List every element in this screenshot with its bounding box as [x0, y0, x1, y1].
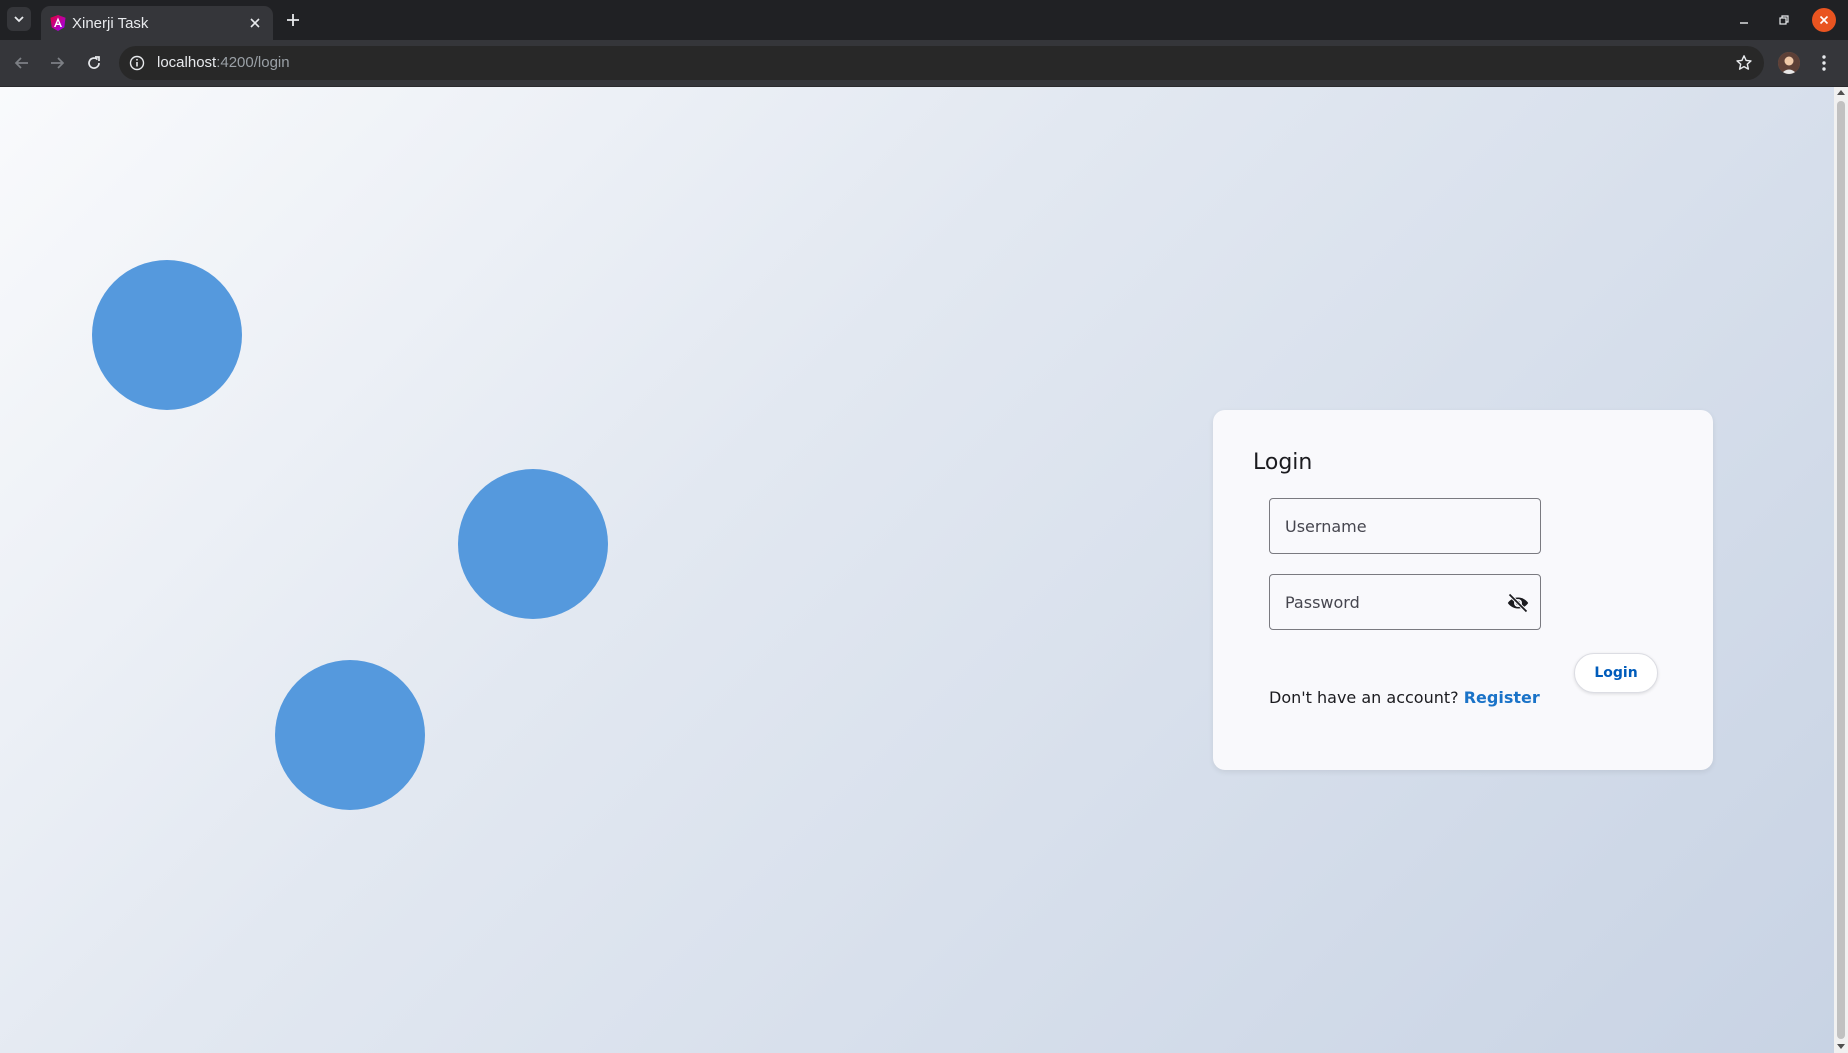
- tab-search-button[interactable]: [7, 7, 31, 31]
- star-icon: [1736, 55, 1752, 70]
- decorative-circle: [458, 469, 608, 619]
- scroll-down-arrow[interactable]: [1837, 1044, 1845, 1049]
- visibility-off-icon: [1507, 593, 1529, 613]
- url-path: :4200/login: [216, 54, 290, 71]
- page-viewport: Login Login Don't have an account? Regis…: [0, 87, 1834, 1053]
- password-field[interactable]: [1269, 574, 1541, 630]
- close-icon: [1819, 15, 1829, 25]
- tab-close-button[interactable]: [245, 13, 265, 33]
- bookmark-button[interactable]: [1734, 53, 1754, 73]
- new-tab-button[interactable]: [281, 8, 305, 32]
- scroll-thumb[interactable]: [1837, 101, 1845, 1039]
- info-icon: [129, 55, 145, 71]
- address-bar[interactable]: localhost:4200/login: [119, 46, 1764, 80]
- tab-title: Xinerji Task: [72, 15, 149, 32]
- decorative-circle: [275, 660, 425, 810]
- page-scrollbar[interactable]: [1834, 87, 1848, 1053]
- login-title: Login: [1253, 450, 1313, 475]
- chevron-down-icon: [14, 16, 24, 23]
- profile-avatar[interactable]: [1778, 52, 1800, 74]
- reload-button[interactable]: [81, 50, 107, 76]
- username-field[interactable]: [1269, 498, 1541, 554]
- login-card: Login Login Don't have an account? Regis…: [1213, 410, 1713, 770]
- plus-icon: [287, 14, 299, 26]
- window-minimize-button[interactable]: [1732, 8, 1756, 32]
- scroll-up-arrow[interactable]: [1837, 90, 1845, 95]
- avatar-icon: [1778, 52, 1800, 74]
- browser-toolbar: localhost:4200/login: [0, 40, 1848, 87]
- reload-icon: [88, 56, 100, 69]
- register-prompt-text: Don't have an account?: [1269, 688, 1459, 707]
- close-icon: [250, 18, 260, 28]
- register-prompt: Don't have an account? Register: [1269, 688, 1540, 707]
- restore-icon: [1779, 15, 1789, 25]
- login-button[interactable]: Login: [1574, 653, 1658, 693]
- angular-logo-icon: [50, 15, 66, 31]
- decorative-circle: [92, 260, 242, 410]
- register-link[interactable]: Register: [1464, 688, 1540, 707]
- back-button[interactable]: [9, 50, 35, 76]
- kebab-menu-icon: [1822, 55, 1826, 71]
- minimize-icon: [1740, 22, 1748, 24]
- browser-tabstrip: Xinerji Task: [0, 0, 1848, 40]
- url-host: localhost: [157, 54, 217, 71]
- site-info-button[interactable]: [128, 54, 146, 72]
- browser-menu-button[interactable]: [1812, 50, 1836, 76]
- browser-tab-active[interactable]: Xinerji Task: [41, 6, 273, 40]
- window-close-button[interactable]: [1812, 8, 1836, 32]
- username-input[interactable]: [1270, 499, 1540, 553]
- arrow-left-icon: [14, 57, 28, 69]
- url-text[interactable]: localhost:4200/login: [157, 54, 290, 71]
- window-restore-button[interactable]: [1772, 8, 1796, 32]
- password-visibility-toggle[interactable]: [1506, 591, 1530, 615]
- password-input[interactable]: [1270, 575, 1540, 629]
- forward-button[interactable]: [44, 50, 70, 76]
- arrow-right-icon: [51, 57, 65, 69]
